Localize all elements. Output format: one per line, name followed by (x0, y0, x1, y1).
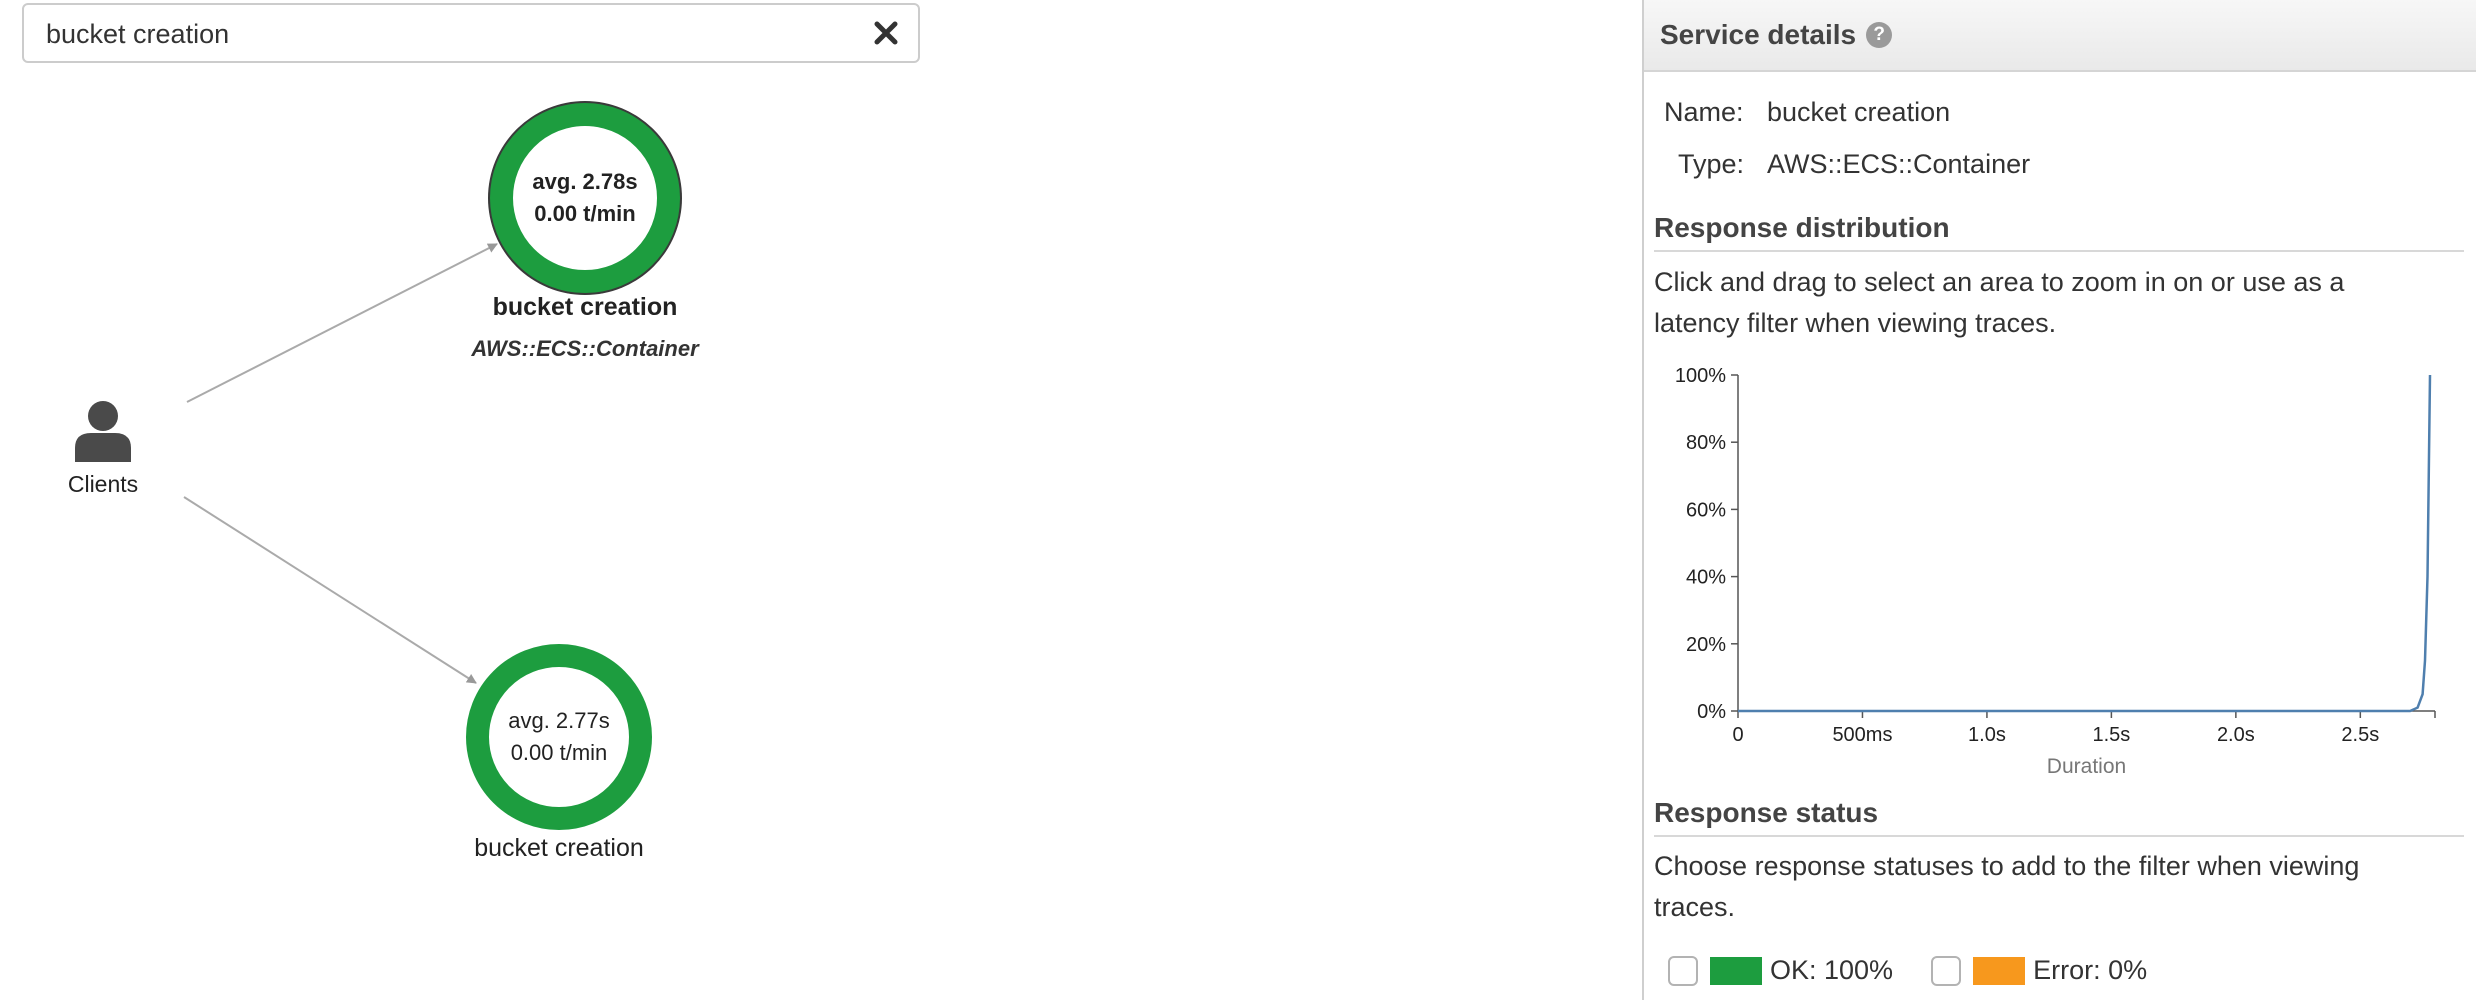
error-status-checkbox[interactable] (1931, 955, 1962, 986)
name-key: Name: (1664, 97, 1744, 127)
name-value: bucket creation (1767, 97, 1951, 127)
response-distribution-help-line-1: Click and drag to select an area to zoom… (1654, 267, 2345, 297)
error-status-label: Error: 0% (2033, 955, 2148, 985)
response-status-help-line-1: Choose response statuses to add to the f… (1654, 851, 2360, 881)
edge-clients-to-node-2 (183, 496, 477, 684)
service-node-1[interactable]: avg. 2.78s 0.00 t/min (490, 103, 680, 293)
x-tick-label: 1.5s (2092, 724, 2130, 746)
panel-title: Service details (1660, 19, 1857, 50)
service-node-2[interactable]: avg. 2.77s 0.00 t/min (466, 644, 652, 830)
response-distribution-title: Response distribution (1654, 212, 2464, 252)
clients-node[interactable]: Clients (56, 398, 150, 498)
response-distribution-help-line-2: latency filter when viewing traces. (1654, 308, 2057, 338)
y-tick-label: 60% (1686, 499, 1726, 521)
response-status-help: Choose response statuses to add to the f… (1654, 846, 2454, 928)
type-key: Type: (1678, 149, 1745, 179)
ok-status-label: OK: 100% (1770, 955, 1894, 985)
y-tick-label: 100% (1675, 365, 1726, 387)
x-tick-label: 1.0s (1968, 724, 2006, 746)
edge-clients-to-node-1 (186, 243, 498, 403)
user-icon (75, 401, 131, 462)
x-tick-label: 2.0s (2217, 724, 2255, 746)
node-1-avg: avg. 2.78s (532, 169, 638, 194)
y-tick-label: 20% (1686, 634, 1726, 656)
x-tick-label: 500ms (1832, 724, 1892, 746)
x-tick-label: 2.5s (2341, 724, 2379, 746)
response-distribution-help: Click and drag to select an area to zoom… (1654, 262, 2454, 344)
error-status-swatch (1973, 956, 2026, 985)
response-status-title: Response status (1654, 797, 2464, 837)
node-2-avg: avg. 2.77s (508, 708, 610, 733)
node-2-rate: 0.00 t/min (510, 740, 608, 765)
ok-status-checkbox[interactable] (1668, 955, 1698, 986)
node-1-label: bucket creation (492, 293, 678, 321)
response-status-filters: OK: 100% Error: 0% (1668, 955, 2147, 986)
type-value: AWS::ECS::Container (1767, 149, 2031, 179)
service-details-panel: Service details ? Name: bucket creation … (1642, 0, 2476, 1000)
ok-status-swatch (1710, 956, 1762, 985)
node-2-label: bucket creation (474, 834, 644, 862)
response-distribution-chart[interactable]: 0% 20% 40% 60% 80% 100% 0 500ms 1.0s 1.5s 2.0s 2.5s… (1644, 355, 2476, 795)
y-tick-label: 0% (1697, 701, 1726, 723)
service-map[interactable]: Clients avg. 2.78s 0.00 t/min bucket cre… (0, 0, 1640, 1000)
panel-header: Service details ? (1644, 0, 2476, 72)
node-1-type: AWS::ECS::Container (471, 336, 699, 361)
clients-label: Clients (67, 471, 139, 497)
node-1-rate: 0.00 t/min (534, 201, 636, 226)
y-tick-label: 40% (1686, 567, 1726, 589)
response-status-help-line-2: traces. (1654, 892, 1736, 922)
x-axis-label: Duration (2047, 755, 2126, 778)
help-icon[interactable]: ? (1866, 22, 1893, 48)
y-tick-label: 80% (1686, 432, 1726, 454)
x-tick-label: 0 (1732, 724, 1743, 746)
response-distribution-line (1738, 374, 2432, 713)
